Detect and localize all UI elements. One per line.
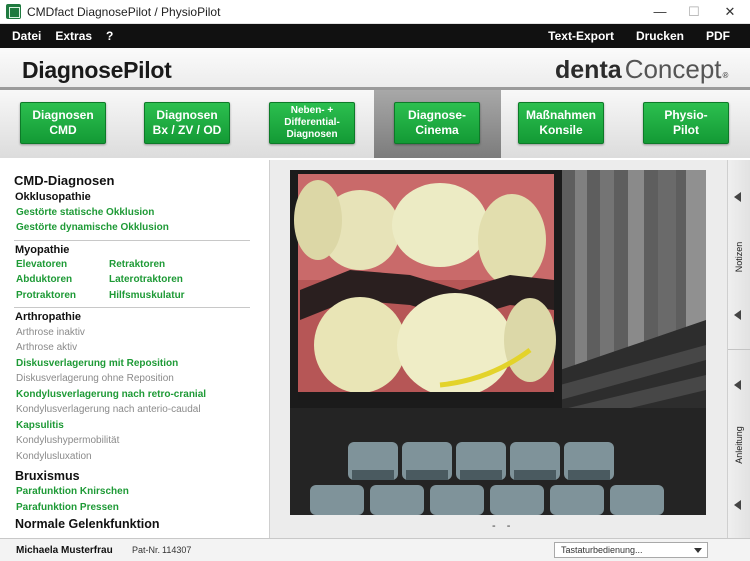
- nav-massnahmen-label: Maßnahmen Konsile: [525, 108, 596, 137]
- sidebar-separator: [728, 349, 750, 350]
- link-hilfsmuskulatur[interactable]: Hilfsmuskulatur: [109, 290, 185, 301]
- panel-title: CMD-Diagnosen: [14, 173, 115, 188]
- divider: [14, 307, 250, 308]
- app-icon: [6, 4, 21, 19]
- link-kondylusluxation[interactable]: Kondylusluxation: [16, 451, 92, 462]
- link-knirschen[interactable]: Parafunktion Knirschen: [16, 486, 129, 497]
- patient-number: 114307: [162, 545, 192, 555]
- link-diskus-mit-reposition[interactable]: Diskusverlagerung mit Reposition: [16, 358, 178, 369]
- link-kondylus-retro-cranial[interactable]: Kondylusverlagerung nach retro-cranial: [16, 389, 206, 400]
- logo-denta: denta: [555, 56, 622, 84]
- heading-okklusopathie: Okklusopathie: [15, 191, 91, 203]
- patient-name: Michaela Musterfrau: [16, 545, 113, 556]
- menu-text-export[interactable]: Text-Export: [548, 29, 614, 43]
- status-bar: Michaela Musterfrau Pat-Nr. 114307 Tasta…: [0, 538, 750, 561]
- cinema-illustration: [290, 170, 706, 515]
- close-button[interactable]: ✕: [716, 2, 744, 22]
- menu-datei[interactable]: Datei: [12, 29, 41, 43]
- right-sidebar: Notizen Anleitung: [727, 160, 750, 538]
- nav-diagnosen-cmd-label: Diagnosen CMD: [32, 108, 94, 137]
- logo-registered: ®: [722, 71, 729, 80]
- link-elevatoren[interactable]: Elevatoren: [16, 259, 67, 270]
- nav-diagnosen-bx[interactable]: Diagnosen Bx / ZV / OD: [144, 102, 230, 144]
- nav-diagnosen-bx-label: Diagnosen Bx / ZV / OD: [152, 108, 222, 137]
- notes-tab-label[interactable]: Notizen: [734, 234, 744, 280]
- link-diskus-ohne-reposition[interactable]: Diskusverlagerung ohne Reposition: [16, 373, 174, 384]
- diagnosis-panel: CMD-Diagnosen Okklusopathie Gestörte sta…: [0, 160, 270, 538]
- keyboard-control-value: Tastaturbedienung...: [561, 545, 643, 555]
- menu-left: Datei Extras ?: [12, 29, 113, 43]
- menu-right: Text-Export Drucken PDF: [548, 29, 730, 43]
- patient-number-label: Pat-Nr.: [132, 545, 161, 555]
- link-kapsulitis[interactable]: Kapsulitis: [16, 420, 64, 431]
- notes-arrow-icon[interactable]: [734, 310, 741, 320]
- heading-normale-gelenkfunktion: Normale Gelenkfunktion: [15, 517, 160, 531]
- link-arthrose-aktiv[interactable]: Arthrose aktiv: [16, 342, 77, 353]
- menu-help[interactable]: ?: [106, 29, 113, 43]
- heading-myopathie: Myopathie: [15, 244, 70, 256]
- app-header: DiagnosePilot denta Concept ®: [0, 48, 750, 90]
- link-abduktoren[interactable]: Abduktoren: [16, 274, 72, 285]
- dentaconcept-logo: denta Concept ®: [555, 54, 728, 86]
- menu-extras[interactable]: Extras: [55, 29, 92, 43]
- expand-guide-arrow-icon[interactable]: [734, 380, 741, 390]
- heading-bruxismus: Bruxismus: [15, 469, 80, 483]
- guide-arrow-icon[interactable]: [734, 500, 741, 510]
- cinema-view: - -: [270, 160, 727, 538]
- cinema-image: [290, 170, 706, 515]
- logo-concept: Concept: [624, 54, 722, 84]
- nav-diagnosen-cmd[interactable]: Diagnosen CMD: [20, 102, 106, 144]
- link-laterotraktoren[interactable]: Laterotraktoren: [109, 274, 183, 285]
- nav-physio-pilot[interactable]: Physio- Pilot: [643, 102, 729, 144]
- nav-diagnose-cinema[interactable]: Diagnose- Cinema: [394, 102, 480, 144]
- menu-pdf[interactable]: PDF: [706, 29, 730, 43]
- brand-title: DiagnosePilot: [22, 57, 172, 83]
- window-title: CMDfact DiagnosePilot / PhysioPilot: [27, 5, 221, 19]
- link-statische-okklusion[interactable]: Gestörte statische Okklusion: [16, 207, 154, 218]
- divider: [14, 240, 250, 241]
- nav-massnahmen[interactable]: Maßnahmen Konsile: [518, 102, 604, 144]
- keyboard-control-select[interactable]: Tastaturbedienung...: [554, 542, 708, 558]
- link-pressen[interactable]: Parafunktion Pressen: [16, 502, 119, 513]
- link-retraktoren[interactable]: Retraktoren: [109, 259, 165, 270]
- link-arthrose-inaktiv[interactable]: Arthrose inaktiv: [16, 327, 85, 338]
- chevron-down-icon: [694, 548, 702, 553]
- nav-differential[interactable]: Neben- + Differential- Diagnosen: [269, 102, 355, 144]
- guide-tab-label[interactable]: Anleitung: [734, 422, 744, 468]
- minimize-button[interactable]: —: [646, 2, 674, 22]
- nav-diagnose-cinema-label: Diagnose- Cinema: [407, 108, 466, 137]
- link-kondylushypermobilitaet[interactable]: Kondylushypermobilität: [16, 435, 119, 446]
- expand-notes-arrow-icon[interactable]: [734, 192, 741, 202]
- link-dynamische-okklusion[interactable]: Gestörte dynamische Okklusion: [16, 222, 169, 233]
- nav-physio-pilot-label: Physio- Pilot: [664, 108, 708, 137]
- nav-differential-label: Neben- + Differential- Diagnosen: [284, 105, 340, 140]
- nav-strip: Diagnosen CMD Diagnosen Bx / ZV / OD Neb…: [0, 90, 750, 158]
- link-kondylus-anterio-caudal[interactable]: Kondylusverlagerung nach anterio-caudal: [16, 404, 201, 415]
- title-bar: CMDfact DiagnosePilot / PhysioPilot — ☐ …: [0, 0, 750, 24]
- menu-bar: Datei Extras ? Text-Export Drucken PDF: [0, 24, 750, 48]
- menu-drucken[interactable]: Drucken: [636, 29, 684, 43]
- image-pager[interactable]: - -: [492, 520, 514, 532]
- maximize-button[interactable]: ☐: [680, 2, 708, 22]
- link-protraktoren[interactable]: Protraktoren: [16, 290, 76, 301]
- heading-arthropathie: Arthropathie: [15, 311, 81, 323]
